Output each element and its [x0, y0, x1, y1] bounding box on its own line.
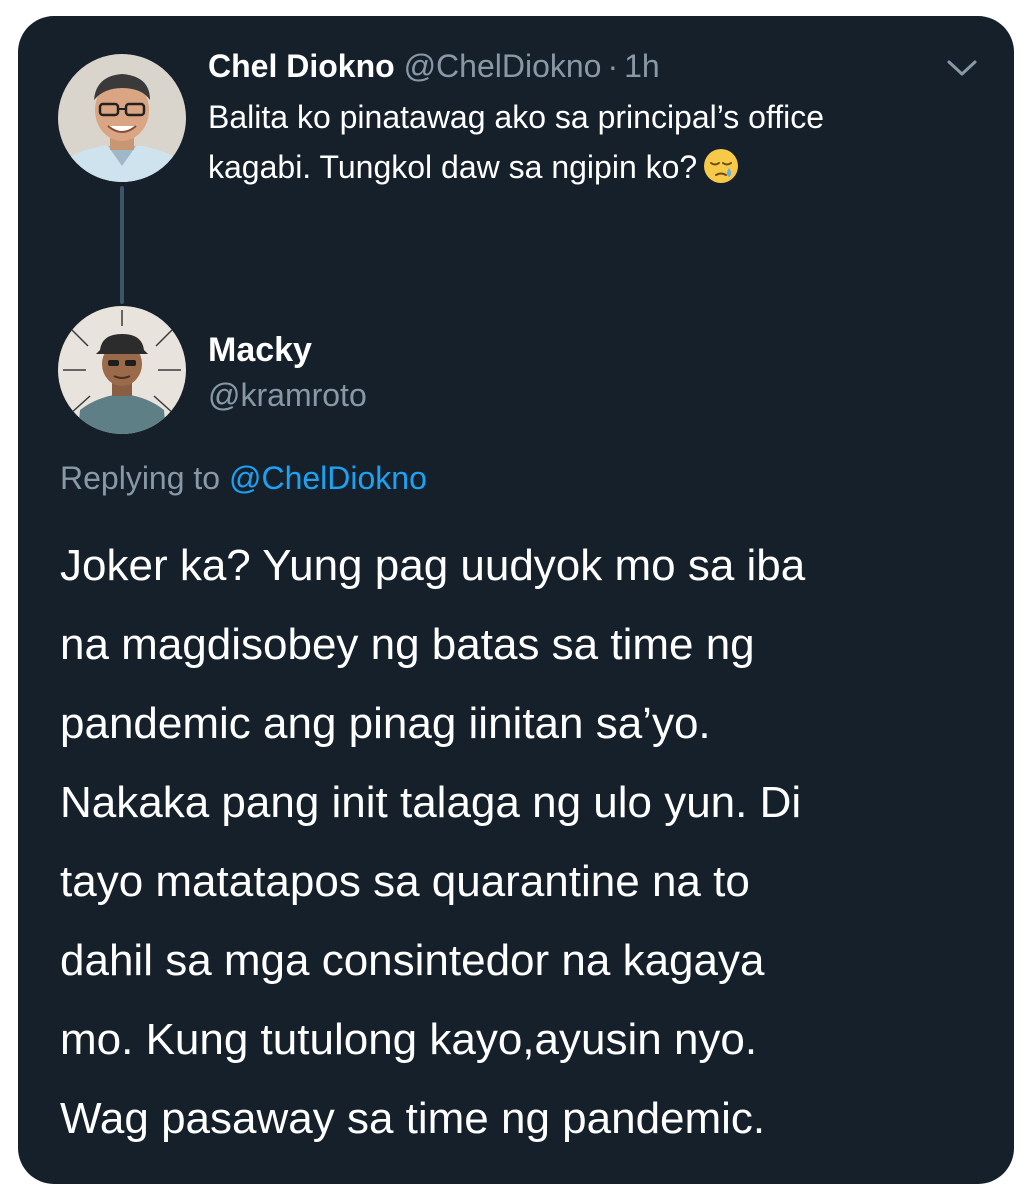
reply-text-line: Joker ka? Yung pag uudyok mo sa iba — [60, 541, 806, 590]
parent-tweet-text: Balita ko pinatawag ako sa principal’s o… — [208, 92, 988, 192]
avatar-image — [58, 306, 186, 434]
sleepy-face-emoji-icon — [703, 148, 739, 184]
reply-text-line: tayo matatapos sa quarantine na to — [60, 857, 750, 906]
reply-author-name[interactable]: Macky — [208, 328, 312, 372]
avatar-macky[interactable] — [58, 306, 186, 434]
tweet-thread-card: Chel Diokno @ChelDiokno · 1h Balita ko pin… — [18, 16, 1014, 1184]
replying-to-link[interactable]: @ChelDiokno — [229, 460, 427, 496]
reply-text-line: dahil sa mga consintedor na kagaya — [60, 936, 765, 985]
avatar-image — [58, 54, 186, 182]
chevron-down-icon[interactable] — [946, 58, 978, 78]
parent-tweet-header: Chel Diokno @ChelDiokno · 1h — [208, 46, 660, 86]
reply-text-line: mo. Kung tutulong kayo,ayusin nyo. — [60, 1015, 758, 1064]
separator-dot: · — [607, 48, 619, 84]
reply-text-line: Nakaka pang init talaga ng ulo yun. Di — [60, 778, 802, 827]
replying-to-line: Replying to @ChelDiokno — [60, 456, 427, 500]
parent-author-name[interactable]: Chel Diokno — [208, 48, 395, 84]
avatar-chel-diokno[interactable] — [58, 54, 186, 182]
reply-text-line: Wag pasaway sa time ng pandemic. — [60, 1094, 766, 1143]
parent-author-handle[interactable]: @ChelDiokno — [404, 48, 602, 84]
parent-text-line-1: Balita ko pinatawag ako sa principal’s o… — [208, 99, 825, 135]
reply-text-line: na magdisobey ng batas sa time ng — [60, 620, 755, 669]
replying-to-label: Replying to — [60, 460, 221, 496]
parent-tweet-time[interactable]: 1h — [624, 48, 660, 84]
reply-author-handle[interactable]: @kramroto — [208, 374, 367, 416]
thread-connector-line — [120, 186, 124, 304]
parent-text-line-2: kagabi. Tungkol daw sa ngipin ko? — [208, 142, 988, 192]
reply-text-line: pandemic ang pinag iinitan sa’yo. — [60, 699, 711, 748]
reply-tweet-text: Joker ka? Yung pag uudyok mo sa iba na m… — [60, 526, 990, 1158]
